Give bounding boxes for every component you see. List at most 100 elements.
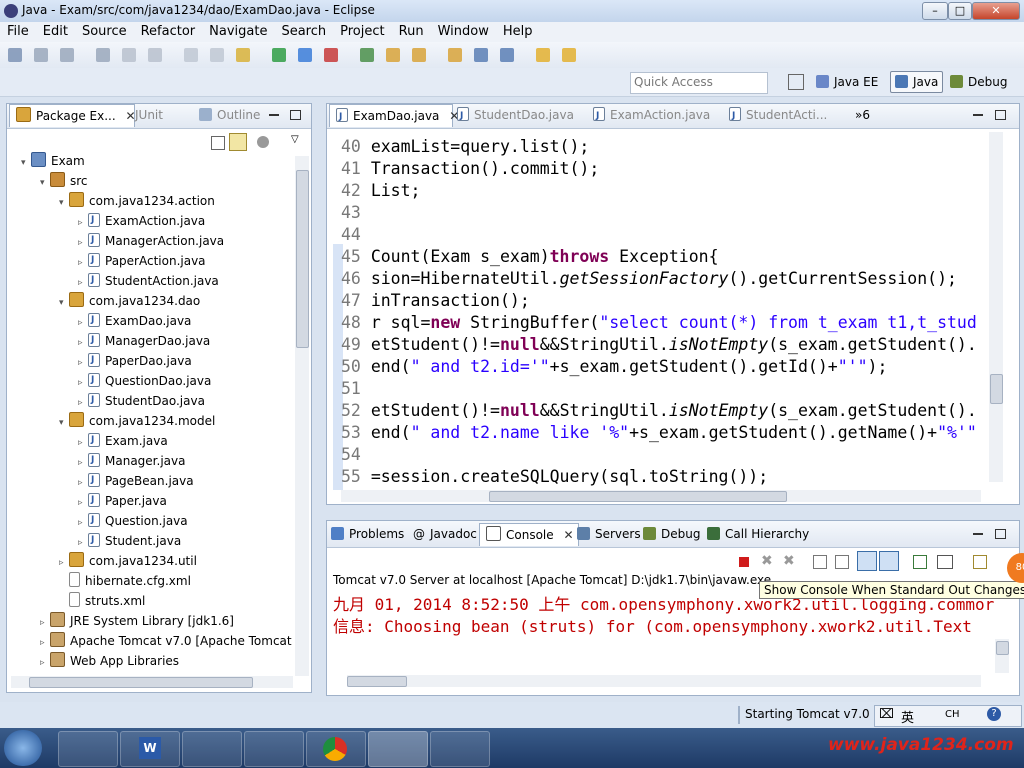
tree-item[interactable]: ▹ Exam.java: [78, 431, 168, 452]
tree-item[interactable]: ▹ StudentDao.java: [78, 391, 205, 412]
tab-outline[interactable]: Outline: [199, 104, 260, 126]
tab-examdao[interactable]: ExamDao.java ✕: [329, 104, 459, 128]
editor-vertical-scrollbar[interactable]: [989, 132, 1003, 482]
new-console-icon[interactable]: [973, 555, 987, 569]
forward-icon[interactable]: [500, 48, 514, 62]
tree-item[interactable]: hibernate.cfg.xml: [59, 572, 191, 590]
tree-item[interactable]: ▹ PaperAction.java: [78, 251, 206, 272]
menu-item-help[interactable]: Help: [496, 22, 540, 39]
search-icon[interactable]: [448, 48, 462, 62]
tree-item[interactable]: ▹ ManagerAction.java: [78, 231, 224, 252]
menu-item-window[interactable]: Window: [431, 22, 496, 39]
menu-item-edit[interactable]: Edit: [36, 22, 75, 39]
open-type-icon[interactable]: [386, 48, 400, 62]
code-line[interactable]: 45 Count(Exam s_exam)throws Exception{: [341, 246, 719, 268]
code-line[interactable]: 46 sion=HibernateUtil.getSessionFactory(…: [341, 268, 957, 290]
perspective-java[interactable]: Java: [890, 71, 944, 93]
save-all-icon[interactable]: [60, 48, 74, 62]
tree-item[interactable]: ▹ ExamAction.java: [78, 211, 205, 232]
collapsed-arrow-icon[interactable]: ▹: [78, 234, 88, 252]
collapsed-arrow-icon[interactable]: ▹: [78, 314, 88, 332]
collapsed-arrow-icon[interactable]: ▹: [78, 534, 88, 552]
remove-launch-icon[interactable]: ✖: [761, 553, 773, 569]
code-line[interactable]: 42 List;: [341, 180, 420, 202]
tab-javadoc[interactable]: @ Javadoc: [413, 523, 477, 545]
show-console-stderr-icon[interactable]: [879, 551, 899, 571]
ime-lang-label[interactable]: 英: [901, 707, 914, 726]
skip-icon[interactable]: [184, 48, 198, 62]
collapsed-arrow-icon[interactable]: ▹: [78, 354, 88, 372]
tab-studentaction[interactable]: StudentActi...: [729, 104, 827, 127]
tree-item[interactable]: ▾ Exam: [21, 152, 85, 170]
new-server-icon[interactable]: [360, 48, 374, 62]
console-output[interactable]: 九月 01, 2014 8:52:50 上午 com.opensymphony.…: [333, 591, 997, 671]
tree-item[interactable]: ▾ com.java1234.dao: [59, 292, 200, 310]
console-vertical-scrollbar[interactable]: [995, 639, 1009, 673]
tab-call-hierarchy[interactable]: Call Hierarchy: [707, 523, 809, 545]
collapsed-arrow-icon[interactable]: ▹: [78, 374, 88, 392]
menu-item-search[interactable]: Search: [274, 22, 333, 39]
taskbar-app-eclipse[interactable]: [368, 731, 428, 767]
remove-all-icon[interactable]: ✖: [783, 553, 795, 569]
collapsed-arrow-icon[interactable]: ▹: [78, 254, 88, 272]
code-line[interactable]: 47 inTransaction();: [341, 290, 530, 312]
expanded-arrow-icon[interactable]: ▾: [21, 154, 31, 172]
ime-ch-label[interactable]: CH: [945, 709, 960, 720]
minimize-view-icon[interactable]: [973, 114, 983, 116]
debug-run-icon[interactable]: [298, 48, 312, 62]
collapsed-arrow-icon[interactable]: ▹: [78, 434, 88, 452]
taskbar-app-word[interactable]: W: [120, 731, 180, 767]
tab-debug[interactable]: Debug: [643, 523, 700, 545]
minimize-button[interactable]: –: [922, 2, 948, 20]
tree-item[interactable]: ▹ ExamDao.java: [78, 311, 191, 332]
open-perspective-icon[interactable]: [788, 74, 804, 90]
start-button[interactable]: [4, 730, 42, 766]
print-icon[interactable]: [96, 48, 110, 62]
quick-access-field[interactable]: Quick Access: [630, 72, 768, 94]
tab-junit[interactable]: JUnit: [135, 104, 163, 126]
console-scroll-thumb[interactable]: [996, 641, 1009, 655]
code-line[interactable]: 51: [341, 378, 371, 400]
code-line[interactable]: 49 etStudent()!=null&&StringUtil.isNotEm…: [341, 334, 977, 356]
open-task-icon[interactable]: [412, 48, 426, 62]
collapsed-arrow-icon[interactable]: ▹: [78, 334, 88, 352]
tree-item[interactable]: ▹ StudentAction.java: [78, 271, 219, 292]
run-icon[interactable]: [272, 48, 286, 62]
tab-package-explorer[interactable]: Package Ex... ✕: [9, 104, 136, 127]
code-line[interactable]: 54: [341, 444, 371, 466]
tab-overflow[interactable]: »6: [855, 104, 870, 126]
back-icon[interactable]: [474, 48, 488, 62]
close-icon[interactable]: ✕: [563, 528, 573, 542]
console-hscroll-thumb[interactable]: [347, 676, 407, 687]
collapsed-arrow-icon[interactable]: ▹: [40, 654, 50, 672]
code-line[interactable]: 43: [341, 202, 371, 224]
prev-edit-icon[interactable]: [536, 48, 550, 62]
perspective-java-ee[interactable]: Java EE: [816, 72, 878, 92]
stop-icon[interactable]: [210, 48, 224, 62]
menu-item-run[interactable]: Run: [392, 22, 431, 39]
code-area[interactable]: 40 examList=query.list(); 41 Transaction(…: [341, 134, 987, 490]
terminate-icon[interactable]: [236, 48, 250, 62]
display-console-icon[interactable]: [937, 555, 953, 569]
menu-item-file[interactable]: File: [0, 22, 36, 39]
code-line[interactable]: 55 =session.createSQLQuery(sql.toString(…: [341, 466, 768, 488]
collapsed-arrow-icon[interactable]: ▹: [40, 634, 50, 652]
tree-item[interactable]: ▹ JRE System Library [jdk1.6]: [40, 612, 234, 630]
tab-studentdao[interactable]: StudentDao.java: [457, 104, 574, 127]
collapsed-arrow-icon[interactable]: ▹: [78, 494, 88, 512]
tree-item[interactable]: ▹ Web App Libraries: [40, 652, 179, 670]
editor-horizontal-scrollbar[interactable]: [341, 490, 981, 502]
maximize-view-icon[interactable]: [290, 110, 301, 120]
pin-console-icon[interactable]: [913, 555, 927, 569]
code-line[interactable]: 48 r sql=new StringBuffer("select count(…: [341, 312, 977, 334]
new-icon[interactable]: [8, 48, 22, 62]
ime-toggle-icon[interactable]: ⌧: [879, 707, 894, 722]
pin-icon[interactable]: [562, 48, 576, 62]
taskbar-app-7[interactable]: [430, 731, 490, 767]
collapsed-arrow-icon[interactable]: ▹: [78, 214, 88, 232]
maximize-view-icon[interactable]: [995, 110, 1006, 120]
minimize-view-icon[interactable]: [269, 114, 279, 116]
collapsed-arrow-icon[interactable]: ▹: [78, 274, 88, 292]
collapsed-arrow-icon[interactable]: ▹: [78, 394, 88, 412]
tree-item[interactable]: ▹ ManagerDao.java: [78, 331, 210, 352]
